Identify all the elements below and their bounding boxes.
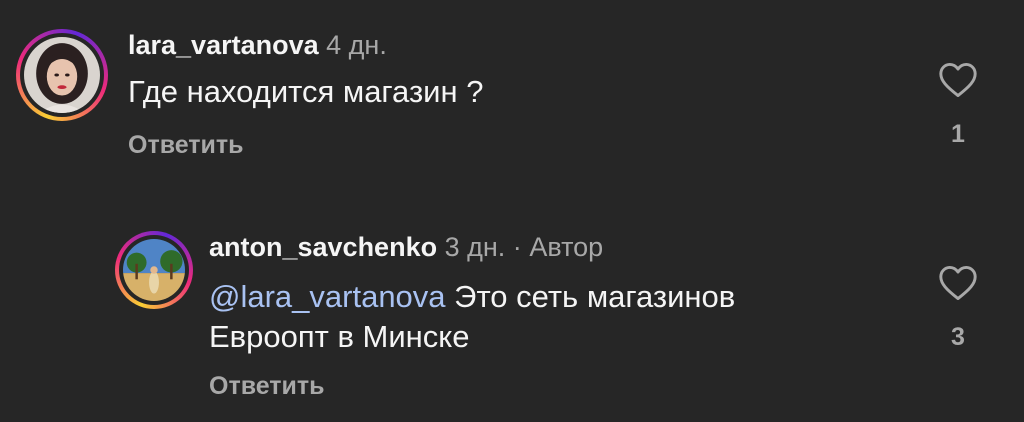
comment-text-line2: Евроопт в Минске bbox=[209, 319, 470, 354]
reply-button[interactable]: Ответить bbox=[209, 372, 325, 401]
separator-dot: · bbox=[512, 232, 522, 262]
comment-text: @lara_vartanova Это сеть магазинов Евроо… bbox=[209, 277, 735, 357]
like-column: 1 bbox=[928, 62, 988, 149]
heart-outline-icon[interactable] bbox=[938, 62, 978, 98]
like-column: 3 bbox=[928, 265, 988, 352]
comments-thread: lara_vartanova 4 дн. Где находится магаз… bbox=[0, 0, 1024, 422]
comment-header: anton_savchenko 3 дн. · Автор bbox=[209, 231, 603, 263]
comment-text: Где находится магазин ? bbox=[128, 74, 484, 109]
username[interactable]: anton_savchenko bbox=[209, 232, 437, 262]
timestamp: 4 дн. bbox=[326, 30, 387, 60]
author-badge: Автор bbox=[529, 232, 604, 262]
avatar-photo bbox=[24, 37, 100, 113]
timestamp: 3 дн. bbox=[444, 232, 506, 262]
avatar-photo bbox=[123, 239, 185, 301]
comment-header: lara_vartanova 4 дн. bbox=[128, 29, 387, 61]
avatar[interactable] bbox=[16, 29, 108, 121]
like-count: 3 bbox=[951, 323, 965, 351]
comment-text-line1: Это сеть магазинов bbox=[445, 279, 736, 314]
username[interactable]: lara_vartanova bbox=[128, 30, 319, 60]
avatar[interactable] bbox=[115, 231, 193, 309]
reply-button[interactable]: Ответить bbox=[128, 131, 244, 160]
mention-link[interactable]: @lara_vartanova bbox=[209, 279, 446, 314]
like-count: 1 bbox=[951, 120, 965, 148]
heart-outline-icon[interactable] bbox=[938, 265, 978, 301]
